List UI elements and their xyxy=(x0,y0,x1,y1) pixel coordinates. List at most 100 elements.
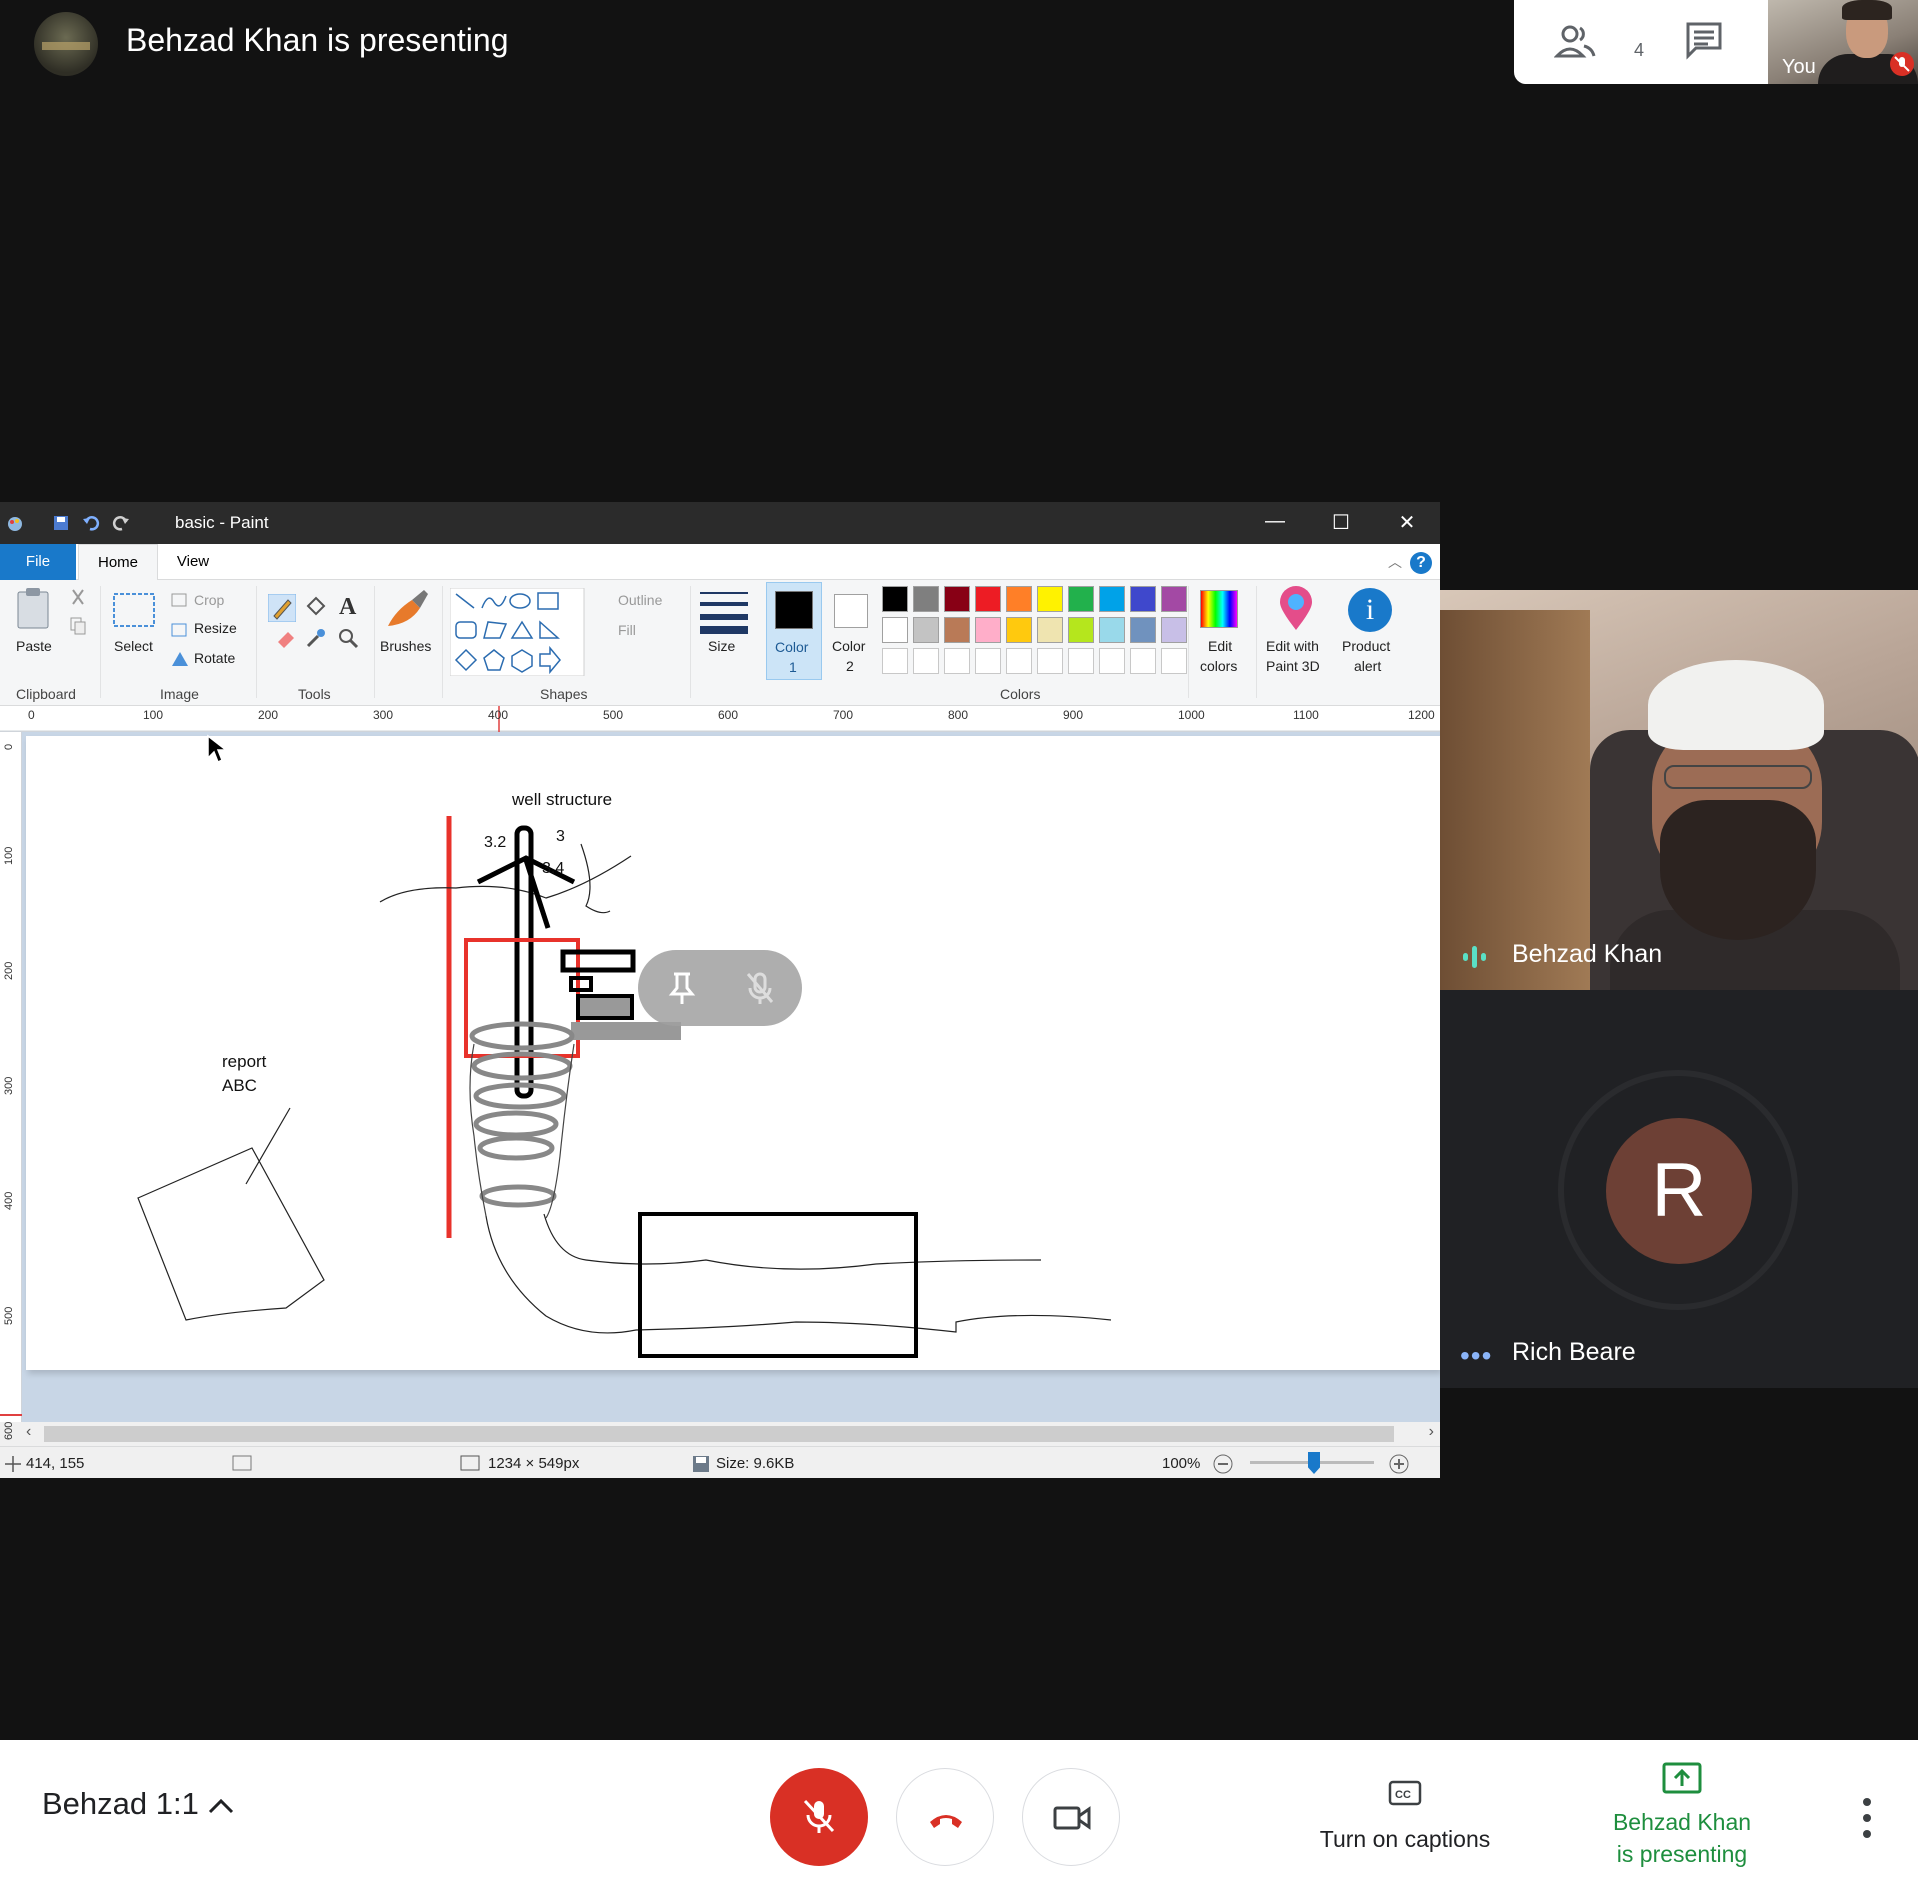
palette-swatch[interactable] xyxy=(944,586,970,612)
pin-icon[interactable] xyxy=(662,968,702,1008)
palette-swatch[interactable] xyxy=(944,648,970,674)
participant-cap xyxy=(1648,660,1824,750)
scroll-thumb[interactable] xyxy=(44,1426,1394,1442)
horizontal-scrollbar[interactable]: ‹ › xyxy=(22,1422,1440,1446)
scroll-left-icon[interactable]: ‹ xyxy=(26,1423,31,1441)
mute-mic-icon[interactable] xyxy=(740,968,780,1008)
palette-swatch[interactable] xyxy=(1099,648,1125,674)
close-button[interactable]: ✕ xyxy=(1374,502,1440,544)
maximize-button[interactable]: ☐ xyxy=(1308,502,1374,544)
palette-swatch[interactable] xyxy=(1099,617,1125,643)
ruler-h-label: 100 xyxy=(143,708,164,722)
participant-tile-rich[interactable]: R ••• Rich Beare xyxy=(1440,990,1918,1388)
meeting-name[interactable]: Behzad 1:1 xyxy=(42,1786,199,1822)
ruler-h-label: 500 xyxy=(603,708,624,722)
palette-swatch[interactable] xyxy=(882,586,908,612)
participant-tile-behzad[interactable]: Behzad Khan xyxy=(1440,590,1918,990)
color-picker-icon[interactable] xyxy=(304,626,328,650)
pencil-icon[interactable] xyxy=(268,594,296,622)
presenter-avatar xyxy=(34,12,98,76)
palette-swatch[interactable] xyxy=(944,617,970,643)
undo-icon[interactable] xyxy=(82,514,100,532)
color2-swatch xyxy=(834,594,868,628)
palette-swatch[interactable] xyxy=(1130,648,1156,674)
redo-icon[interactable] xyxy=(112,514,130,532)
minimize-button[interactable]: — xyxy=(1242,502,1308,544)
eraser-icon[interactable] xyxy=(274,626,298,650)
help-icon[interactable]: ? xyxy=(1410,552,1432,574)
product-alert-line2: alert xyxy=(1354,658,1382,674)
ribbon-separator xyxy=(100,586,101,698)
zoom-in-icon[interactable] xyxy=(1388,1453,1410,1475)
fill-bucket-icon[interactable] xyxy=(304,594,328,618)
palette-swatch[interactable] xyxy=(1068,617,1094,643)
palette-swatch[interactable] xyxy=(1130,617,1156,643)
palette-swatch[interactable] xyxy=(913,586,939,612)
palette-swatch[interactable] xyxy=(1037,648,1063,674)
zoom-slider-thumb[interactable] xyxy=(1308,1452,1320,1474)
rotate-button[interactable]: Rotate xyxy=(194,650,235,666)
people-button[interactable]: 4 xyxy=(1553,20,1644,64)
palette-swatch[interactable] xyxy=(1068,648,1094,674)
paint3d-line1: Edit with xyxy=(1266,638,1319,654)
zoom-slider[interactable] xyxy=(1250,1452,1374,1474)
palette-swatch[interactable] xyxy=(913,617,939,643)
outline-button[interactable]: Outline xyxy=(618,592,662,608)
palette-swatch[interactable] xyxy=(1037,617,1063,643)
palette-swatch[interactable] xyxy=(913,648,939,674)
palette-swatch[interactable] xyxy=(1161,617,1187,643)
pipe-lower xyxy=(485,1215,1112,1334)
more-options-icon[interactable] xyxy=(1852,1788,1882,1848)
vertical-ruler: 0 100 200 300 400 500 600 xyxy=(0,732,22,1440)
save-icon[interactable] xyxy=(52,514,70,532)
palette-swatch[interactable] xyxy=(1130,586,1156,612)
palette-swatch[interactable] xyxy=(975,617,1001,643)
palette-swatch[interactable] xyxy=(882,648,908,674)
palette-swatch[interactable] xyxy=(1006,617,1032,643)
color1-button[interactable]: Color 1 xyxy=(766,582,822,680)
palette-swatch[interactable] xyxy=(1099,586,1125,612)
canvas-workspace[interactable]: well structure 3.2 3 3.4 report ABC xyxy=(22,732,1440,1422)
presenting-label: Behzad Khan is presenting xyxy=(1590,1806,1774,1870)
palette-swatch[interactable] xyxy=(1161,586,1187,612)
palette-swatch[interactable] xyxy=(1037,586,1063,612)
ruler-h-label: 600 xyxy=(718,708,739,722)
cut-icon[interactable] xyxy=(68,588,88,608)
scroll-right-icon[interactable]: › xyxy=(1429,1423,1434,1441)
color2-button[interactable]: Color 2 xyxy=(826,582,882,680)
palette-swatch[interactable] xyxy=(1068,586,1094,612)
fill-button[interactable]: Fill xyxy=(618,622,636,638)
resize-button[interactable]: Resize xyxy=(194,620,237,636)
microphone-button[interactable] xyxy=(770,1768,868,1866)
palette-swatch[interactable] xyxy=(1006,648,1032,674)
crop-button[interactable]: Crop xyxy=(194,592,224,608)
drawing-canvas[interactable]: well structure 3.2 3 3.4 report ABC xyxy=(26,736,1440,1370)
image-tool-icons xyxy=(171,593,188,666)
size-label: Size xyxy=(708,638,736,654)
palette-swatch[interactable] xyxy=(975,586,1001,612)
camera-button[interactable] xyxy=(1022,1768,1120,1866)
participant-name: Behzad Khan xyxy=(1512,940,1663,968)
ribbon-separator xyxy=(690,586,691,698)
leave-call-button[interactable] xyxy=(896,1768,994,1866)
palette-swatch[interactable] xyxy=(1161,648,1187,674)
captions-label: Turn on captions xyxy=(1319,1826,1491,1852)
chevron-up-icon[interactable] xyxy=(206,1796,236,1816)
tab-view[interactable]: View xyxy=(160,544,226,580)
shapes-gallery-icon[interactable] xyxy=(450,588,590,676)
zoom-out-icon[interactable] xyxy=(1212,1453,1234,1475)
palette-swatch[interactable] xyxy=(882,617,908,643)
paint3d-icon xyxy=(1280,586,1312,630)
disk-icon xyxy=(693,1456,709,1472)
tab-home[interactable]: Home xyxy=(78,544,158,580)
tab-file[interactable]: File xyxy=(0,544,76,580)
copy-icon[interactable] xyxy=(68,616,88,636)
chat-button[interactable] xyxy=(1684,20,1740,64)
palette-swatch[interactable] xyxy=(1006,586,1032,612)
self-video-tile[interactable]: You xyxy=(1768,0,1918,84)
ribbon-separator xyxy=(1188,586,1189,698)
palette-swatch[interactable] xyxy=(975,648,1001,674)
collapse-ribbon-icon[interactable]: ︿ xyxy=(1388,552,1402,572)
magnifier-icon[interactable] xyxy=(336,626,360,650)
text-icon[interactable]: A xyxy=(336,592,360,618)
